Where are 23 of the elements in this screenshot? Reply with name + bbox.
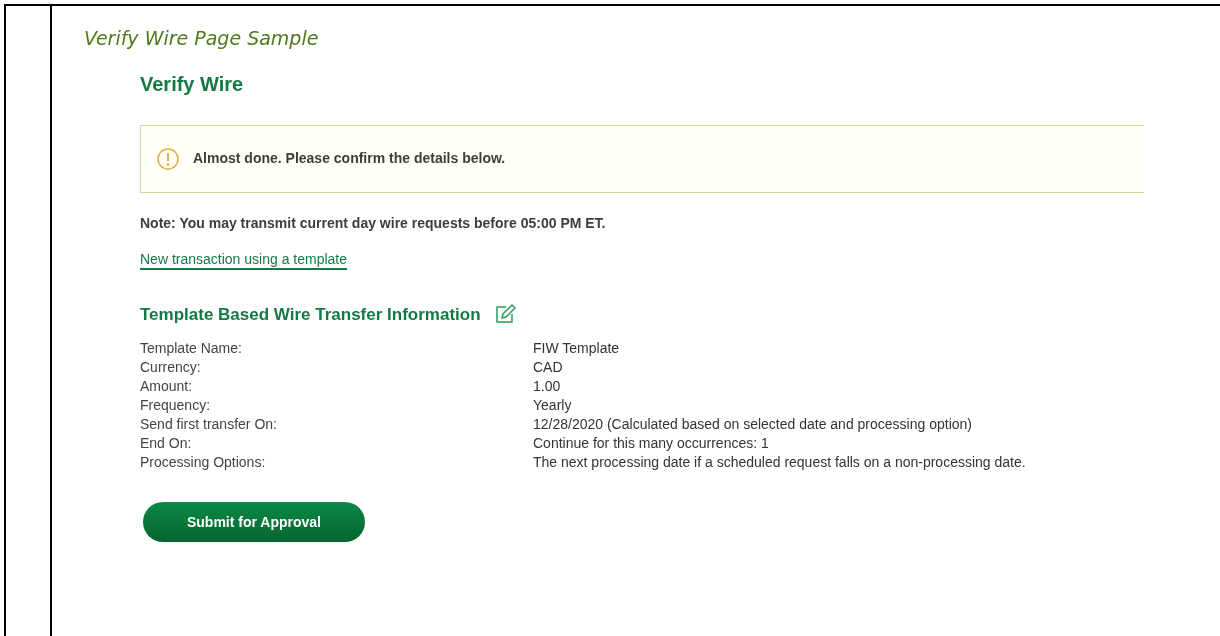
field-label: Template Name: <box>140 339 243 358</box>
field-value: FIW Template <box>533 339 620 358</box>
field-value: Yearly <box>533 396 572 415</box>
warning-icon <box>157 147 179 170</box>
submit-button[interactable]: Submit for Approval <box>143 502 365 542</box>
field-label: Send first transfer On: <box>140 415 278 434</box>
field-label: End On: <box>140 434 193 453</box>
template-link[interactable]: New transaction using a template <box>140 249 347 270</box>
field-value: Continue for this many occurrences: 1 <box>533 434 769 453</box>
field-value: 1.00 <box>533 377 561 396</box>
document-caption: Verify Wire Page Sample <box>84 26 319 51</box>
field-label: Amount: <box>140 377 194 396</box>
field-label: Frequency: <box>140 396 212 415</box>
page-title: Verify Wire <box>140 71 244 97</box>
field-label: Currency: <box>140 358 202 377</box>
field-value: CAD <box>533 358 563 377</box>
note-text: Note: You may transmit current day wire requests before 05:00 PM ET. <box>140 213 606 233</box>
edit-icon[interactable] <box>494 304 517 325</box>
section-title: Template Based Wire Transfer Information <box>140 303 481 326</box>
field-value: 12/28/2020 (Calculated based on selected date and processing option) <box>533 415 972 434</box>
alert-message: Almost done. Please confirm the details below. <box>193 149 506 168</box>
field-label: Processing Options: <box>140 453 267 472</box>
field-value: The next processing date if a scheduled request falls on a non-processing date. <box>533 453 1026 472</box>
